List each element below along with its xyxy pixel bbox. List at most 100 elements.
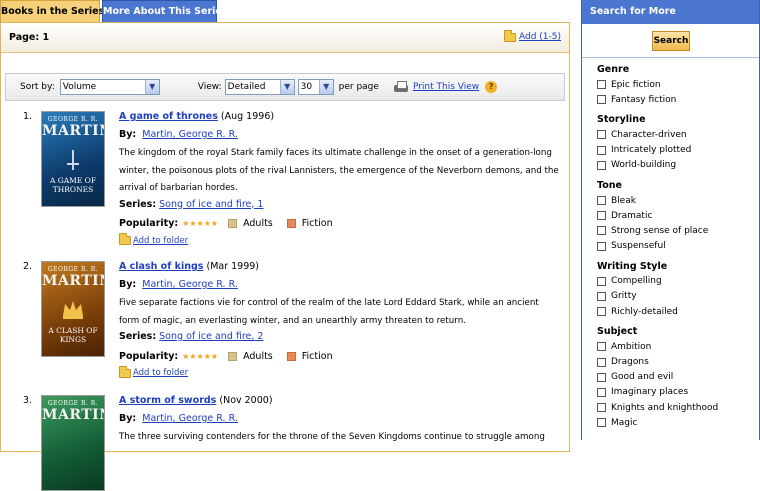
- title-line: A storm of swords (Nov 2000): [119, 395, 559, 409]
- book-title-link[interactable]: A storm of swords: [119, 395, 216, 406]
- book-description: Five separate factions vie for control o…: [119, 298, 539, 326]
- audience-swatch: [228, 219, 238, 228]
- per-page-value: 30: [300, 82, 313, 92]
- cover-author-big: MARTIN: [42, 273, 104, 289]
- facet-option[interactable]: Knights and knighthood: [597, 400, 757, 415]
- page-indicator: Page: 1: [9, 32, 50, 43]
- facet-checkbox[interactable]: [597, 387, 606, 397]
- popularity-line: Popularity: ★★★★★ Adults Fiction: [119, 349, 559, 363]
- series-line: Series: Song of ice and fire, 1: [119, 199, 559, 215]
- cover-title: A GAME OF THRONES: [49, 176, 97, 194]
- author-link[interactable]: Martin, George R. R.: [142, 413, 238, 424]
- facet-option-label: Dramatic: [611, 210, 653, 221]
- facet-option[interactable]: Fantasy fiction: [597, 92, 757, 107]
- cover-author-small: GEORGE R. R.: [47, 266, 99, 273]
- book-title-link[interactable]: A clash of kings: [119, 261, 203, 272]
- sort-label: Sort by:: [20, 82, 55, 92]
- cover-author-small: GEORGE R. R.: [47, 400, 99, 407]
- search-button[interactable]: Search: [652, 31, 690, 51]
- facet-option[interactable]: Intricately plotted: [597, 143, 757, 158]
- view-select[interactable]: Detailed ▼: [224, 79, 295, 95]
- facet-checkbox[interactable]: [597, 241, 606, 251]
- per-page-select[interactable]: 30 ▼: [297, 79, 334, 95]
- audience-swatch: [228, 351, 238, 361]
- book-title-link[interactable]: A game of thrones: [119, 111, 218, 122]
- page-bar: Page: 1 Add (1-5): [1, 23, 569, 53]
- print-view-link[interactable]: Print This View: [413, 82, 479, 92]
- add-to-folder-control[interactable]: Add to folder: [119, 233, 559, 246]
- book-date: (Mar 1999): [206, 261, 260, 272]
- facet-checkbox[interactable]: [597, 342, 606, 352]
- book-cover[interactable]: GEORGE R. R. MARTIN: [41, 395, 105, 491]
- chevron-down-icon: ▼: [279, 80, 294, 94]
- add-all-label[interactable]: Add (1-5): [519, 32, 561, 42]
- help-icon[interactable]: ?: [485, 81, 498, 93]
- by-label: By:: [119, 413, 137, 424]
- facet-option[interactable]: Compelling: [597, 274, 757, 289]
- book-description: The kingdom of the royal Stark family fa…: [119, 148, 559, 193]
- facet-option-label: Suspenseful: [611, 241, 666, 252]
- facet-checkbox[interactable]: [597, 160, 606, 170]
- book-cover[interactable]: GEORGE R. R. MARTIN A GAME OF THRONES: [41, 111, 105, 207]
- facet-heading: Tone: [597, 179, 622, 191]
- facet-checkbox[interactable]: [597, 418, 606, 428]
- facet-option[interactable]: Magic: [597, 415, 757, 430]
- facet-checkbox[interactable]: [597, 95, 606, 105]
- per-page-label: per page: [338, 82, 379, 92]
- facet-option[interactable]: Bleak: [597, 193, 757, 208]
- add-to-folder-link[interactable]: Add to folder: [133, 236, 188, 246]
- folder-icon: [119, 365, 131, 378]
- facet-option[interactable]: Good and evil: [597, 370, 757, 385]
- facet-checkbox[interactable]: [597, 291, 606, 301]
- tab-more-about-series[interactable]: More About This Series: [102, 0, 228, 22]
- item-number: 2.: [23, 261, 33, 272]
- facet-option[interactable]: Richly-detailed: [597, 304, 757, 319]
- facet-heading: Subject: [597, 326, 638, 338]
- facet-checkbox[interactable]: [597, 130, 606, 140]
- by-label: By:: [119, 279, 137, 290]
- add-to-folder-link[interactable]: Add to folder: [133, 368, 188, 378]
- facet-checkbox[interactable]: [597, 372, 606, 382]
- facet-option[interactable]: Dramatic: [597, 208, 757, 223]
- facet-option[interactable]: Suspenseful: [597, 239, 757, 254]
- facet-option[interactable]: Imaginary places: [597, 385, 757, 400]
- cover-author-big: MARTIN: [42, 407, 104, 423]
- facet-checkbox[interactable]: [597, 307, 606, 317]
- title-line: A clash of kings (Mar 1999): [119, 261, 559, 275]
- author-link[interactable]: Martin, George R. R.: [142, 129, 238, 140]
- add-to-folder-control[interactable]: Add to folder: [119, 365, 559, 378]
- print-view-control[interactable]: Print This View: [393, 80, 479, 94]
- view-value: Detailed: [227, 82, 266, 92]
- facet-option[interactable]: Dragons: [597, 354, 757, 369]
- sort-select[interactable]: Volume ▼: [59, 79, 160, 95]
- facet-checkbox[interactable]: [597, 80, 606, 90]
- book-cover[interactable]: GEORGE R. R. MARTIN A CLASH OF KINGS: [41, 261, 105, 357]
- chevron-down-icon: ▼: [318, 80, 333, 94]
- facet-option[interactable]: Strong sense of place: [597, 223, 757, 238]
- sort-value: Volume: [62, 82, 97, 92]
- facet-checkbox[interactable]: [597, 211, 606, 221]
- search-for-more-panel: Search for More Search Genre Epic fiction…: [581, 0, 760, 440]
- author-link[interactable]: Martin, George R. R.: [142, 279, 238, 290]
- series-link[interactable]: Song of ice and fire, 1: [159, 199, 263, 210]
- facet-checkbox[interactable]: [597, 276, 606, 286]
- add-all-link[interactable]: Add (1-5): [503, 29, 561, 42]
- facet-option[interactable]: Character-driven: [597, 127, 757, 142]
- facet-checkbox[interactable]: [597, 145, 606, 155]
- facet-checkbox[interactable]: [597, 226, 606, 236]
- facet-checkbox[interactable]: [597, 357, 606, 367]
- cover-author-small: GEORGE R. R.: [47, 116, 99, 123]
- facet-option[interactable]: Ambition: [597, 339, 757, 354]
- facet-group: Storyline Character-driven Intricately plo…: [597, 113, 757, 173]
- popularity-label: Popularity:: [119, 350, 179, 362]
- facet-checkbox[interactable]: [597, 403, 606, 413]
- series-link[interactable]: Song of ice and fire, 2: [159, 331, 263, 342]
- facet-option[interactable]: Gritty: [597, 289, 757, 304]
- facet-option-label: Intricately plotted: [611, 145, 692, 156]
- book-date: (Aug 1996): [220, 111, 275, 122]
- facet-option[interactable]: Epic fiction: [597, 77, 757, 92]
- tab-books-in-series[interactable]: Books in the Series: [0, 0, 104, 22]
- facet-option[interactable]: World-building: [597, 158, 757, 173]
- facet-option-label: Good and evil: [611, 372, 674, 383]
- facet-checkbox[interactable]: [597, 196, 606, 206]
